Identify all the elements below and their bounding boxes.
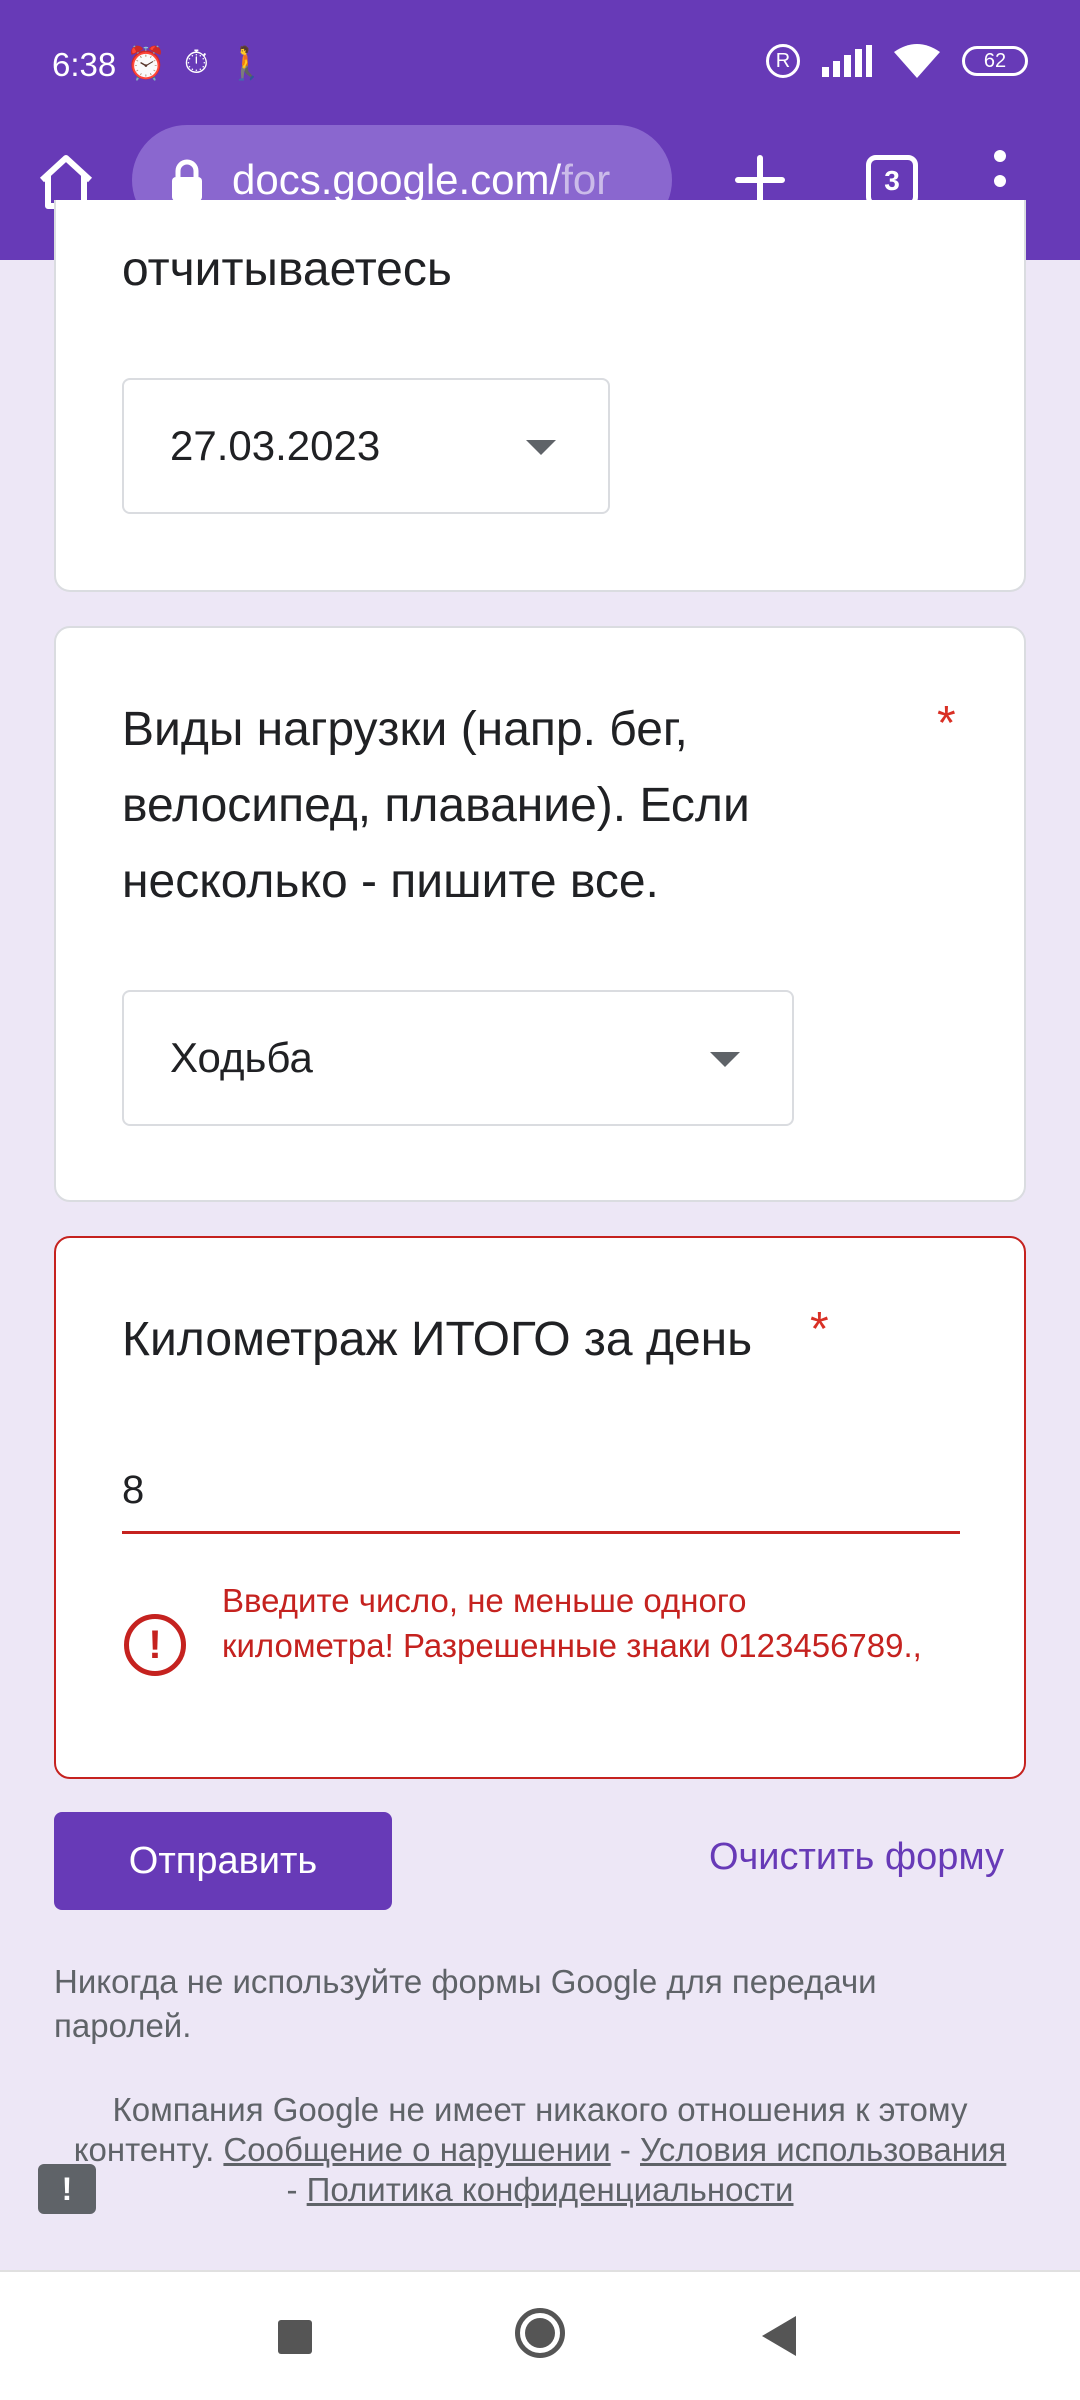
- report-issue-icon[interactable]: !: [38, 2164, 96, 2214]
- clear-form-button[interactable]: Очистить форму: [709, 1836, 1004, 1879]
- activity-dropdown[interactable]: Ходьба: [122, 990, 794, 1126]
- battery-icon: 62: [962, 46, 1028, 76]
- wifi-icon: [894, 44, 940, 78]
- required-asterisk: *: [810, 1303, 829, 1356]
- status-left-icons: ⏰ ⏱ 🚶: [126, 44, 267, 82]
- distance-input[interactable]: 8: [122, 1460, 960, 1534]
- status-time: 6:38: [52, 46, 117, 83]
- dropdown-value: Ходьба: [170, 1034, 313, 1081]
- question-title: отчитываетесь: [122, 243, 452, 296]
- clock-icon: ⏱: [183, 44, 209, 80]
- date-dropdown[interactable]: 27.03.2023: [122, 378, 610, 514]
- status-right-icons: R 62: [766, 44, 1028, 78]
- question-title: Километраж ИТОГО за день: [122, 1313, 753, 1366]
- r-badge-icon: R: [766, 44, 800, 78]
- home-nav-icon[interactable]: [515, 2308, 565, 2358]
- alarm-icon: ⏰: [126, 45, 166, 81]
- signal-icon: [822, 45, 872, 77]
- error-message: Введите число, не меньше одного километр…: [222, 1582, 922, 1664]
- submit-button[interactable]: Отправить: [54, 1812, 392, 1910]
- dropdown-value: 27.03.2023: [170, 422, 381, 469]
- recents-icon[interactable]: [278, 2320, 312, 2354]
- url-text: docs.google.com/for: [232, 156, 611, 203]
- error-icon: !: [124, 1614, 186, 1676]
- password-warning: Никогда не используйте формы Google для …: [54, 1963, 877, 2044]
- question-title: Виды нагрузки (напр. бег, велосипед, пла…: [122, 703, 750, 908]
- walk-icon: 🚶: [226, 45, 267, 81]
- required-asterisk: *: [937, 697, 956, 750]
- caret-down-icon: [710, 1052, 740, 1067]
- report-abuse-link[interactable]: Сообщение о нарушении: [223, 2131, 610, 2168]
- terms-link[interactable]: Условия использования: [640, 2131, 1006, 2168]
- status-bar: 6:38 ⏰ ⏱ 🚶 R 62: [0, 0, 1080, 130]
- footer-disclaimer: Компания Google не имеет никакого отноше…: [73, 2091, 1007, 2208]
- privacy-link[interactable]: Политика конфиденциальности: [307, 2171, 794, 2208]
- caret-down-icon: [526, 440, 556, 455]
- back-icon[interactable]: [762, 2316, 796, 2356]
